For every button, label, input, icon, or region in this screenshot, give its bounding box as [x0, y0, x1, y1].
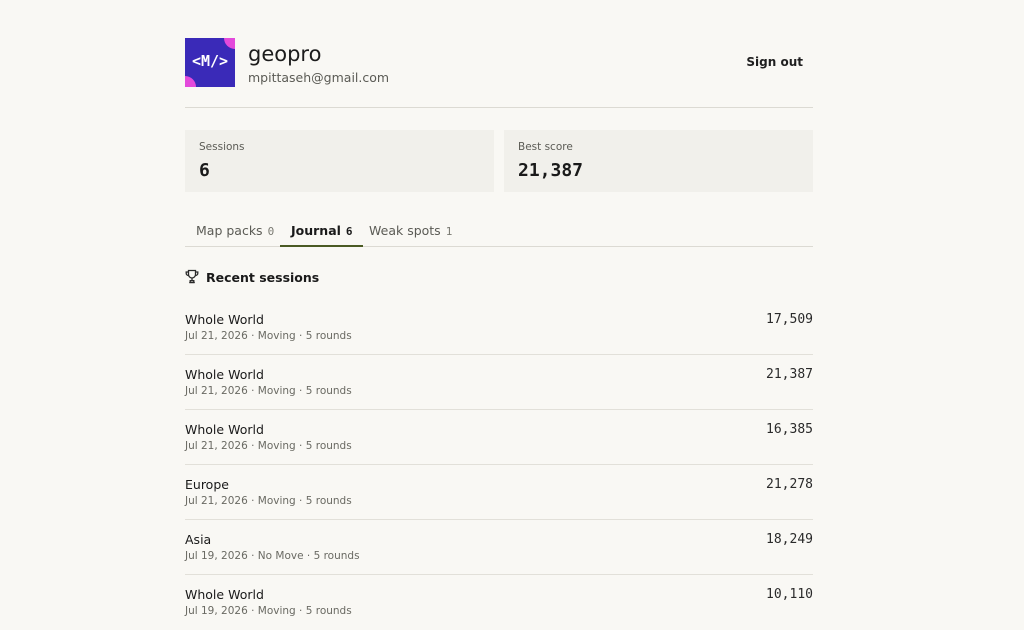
stat-card-best-score: Best score 21,387 — [504, 130, 813, 192]
session-score: 16,385 — [766, 422, 813, 437]
stat-label: Sessions — [199, 141, 245, 153]
tab-bar: Map packs 0 Journal 6 Weak spots 1 — [185, 212, 813, 247]
section-title: Recent sessions — [206, 270, 320, 285]
session-row[interactable]: Asia Jul 19, 2026 · No Move · 5 rounds 1… — [185, 520, 813, 575]
stat-card-sessions: Sessions 6 — [185, 130, 494, 192]
session-meta: Jul 19, 2026 · No Move · 5 rounds — [185, 550, 360, 562]
user-email: mpittaseh@gmail.com — [248, 70, 390, 85]
session-row[interactable]: Europe Jul 21, 2026 · Moving · 5 rounds … — [185, 465, 813, 520]
avatar-accent-top — [224, 38, 235, 49]
username: geopro — [248, 42, 322, 66]
session-score: 18,249 — [766, 532, 813, 547]
trophy-icon — [185, 269, 199, 284]
tab-count: 0 — [267, 225, 275, 238]
tab-label: Weak spots — [369, 223, 441, 238]
session-row[interactable]: Whole World Jul 19, 2026 · Moving · 5 ro… — [185, 575, 813, 630]
session-row[interactable]: Whole World Jul 21, 2026 · Moving · 5 ro… — [185, 410, 813, 465]
tab-count: 6 — [345, 225, 353, 238]
avatar: <M/> — [185, 38, 235, 87]
stat-value: 21,387 — [518, 160, 584, 181]
tab-journal[interactable]: Journal 6 — [280, 212, 363, 247]
session-map: Whole World — [185, 587, 264, 602]
session-row[interactable]: Whole World Jul 21, 2026 · Moving · 5 ro… — [185, 355, 813, 410]
profile-header: <M/> geopro mpittaseh@gmail.com Sign out — [185, 0, 813, 108]
profile-page: <M/> geopro mpittaseh@gmail.com Sign out… — [185, 0, 813, 617]
tab-weak-spots[interactable]: Weak spots 1 — [358, 212, 462, 247]
session-meta: Jul 21, 2026 · Moving · 5 rounds — [185, 330, 352, 342]
session-row[interactable]: Whole World Jul 21, 2026 · Moving · 5 ro… — [185, 300, 813, 355]
session-meta: Jul 21, 2026 · Moving · 5 rounds — [185, 495, 352, 507]
stat-label: Best score — [518, 141, 573, 153]
session-score: 17,509 — [766, 312, 813, 327]
session-map: Asia — [185, 532, 212, 547]
session-meta: Jul 19, 2026 · Moving · 5 rounds — [185, 605, 352, 617]
session-meta: Jul 21, 2026 · Moving · 5 rounds — [185, 385, 352, 397]
session-map: Whole World — [185, 367, 264, 382]
session-map: Whole World — [185, 312, 264, 327]
sessions-list: Whole World Jul 21, 2026 · Moving · 5 ro… — [185, 300, 813, 630]
stat-value: 6 — [199, 160, 210, 181]
sign-out-button[interactable]: Sign out — [746, 55, 803, 69]
session-map: Whole World — [185, 422, 264, 437]
session-score: 21,387 — [766, 367, 813, 382]
tab-label: Map packs — [196, 223, 263, 238]
tab-label: Journal — [291, 223, 341, 238]
session-score: 21,278 — [766, 477, 813, 492]
session-score: 10,110 — [766, 587, 813, 602]
tab-map-packs[interactable]: Map packs 0 — [185, 212, 284, 247]
tab-count: 1 — [445, 225, 453, 238]
session-map: Europe — [185, 477, 229, 492]
session-meta: Jul 21, 2026 · Moving · 5 rounds — [185, 440, 352, 452]
stats-row: Sessions 6 Best score 21,387 — [185, 130, 813, 192]
avatar-logo: <M/> — [191, 52, 229, 70]
avatar-accent-bottom — [185, 76, 196, 87]
